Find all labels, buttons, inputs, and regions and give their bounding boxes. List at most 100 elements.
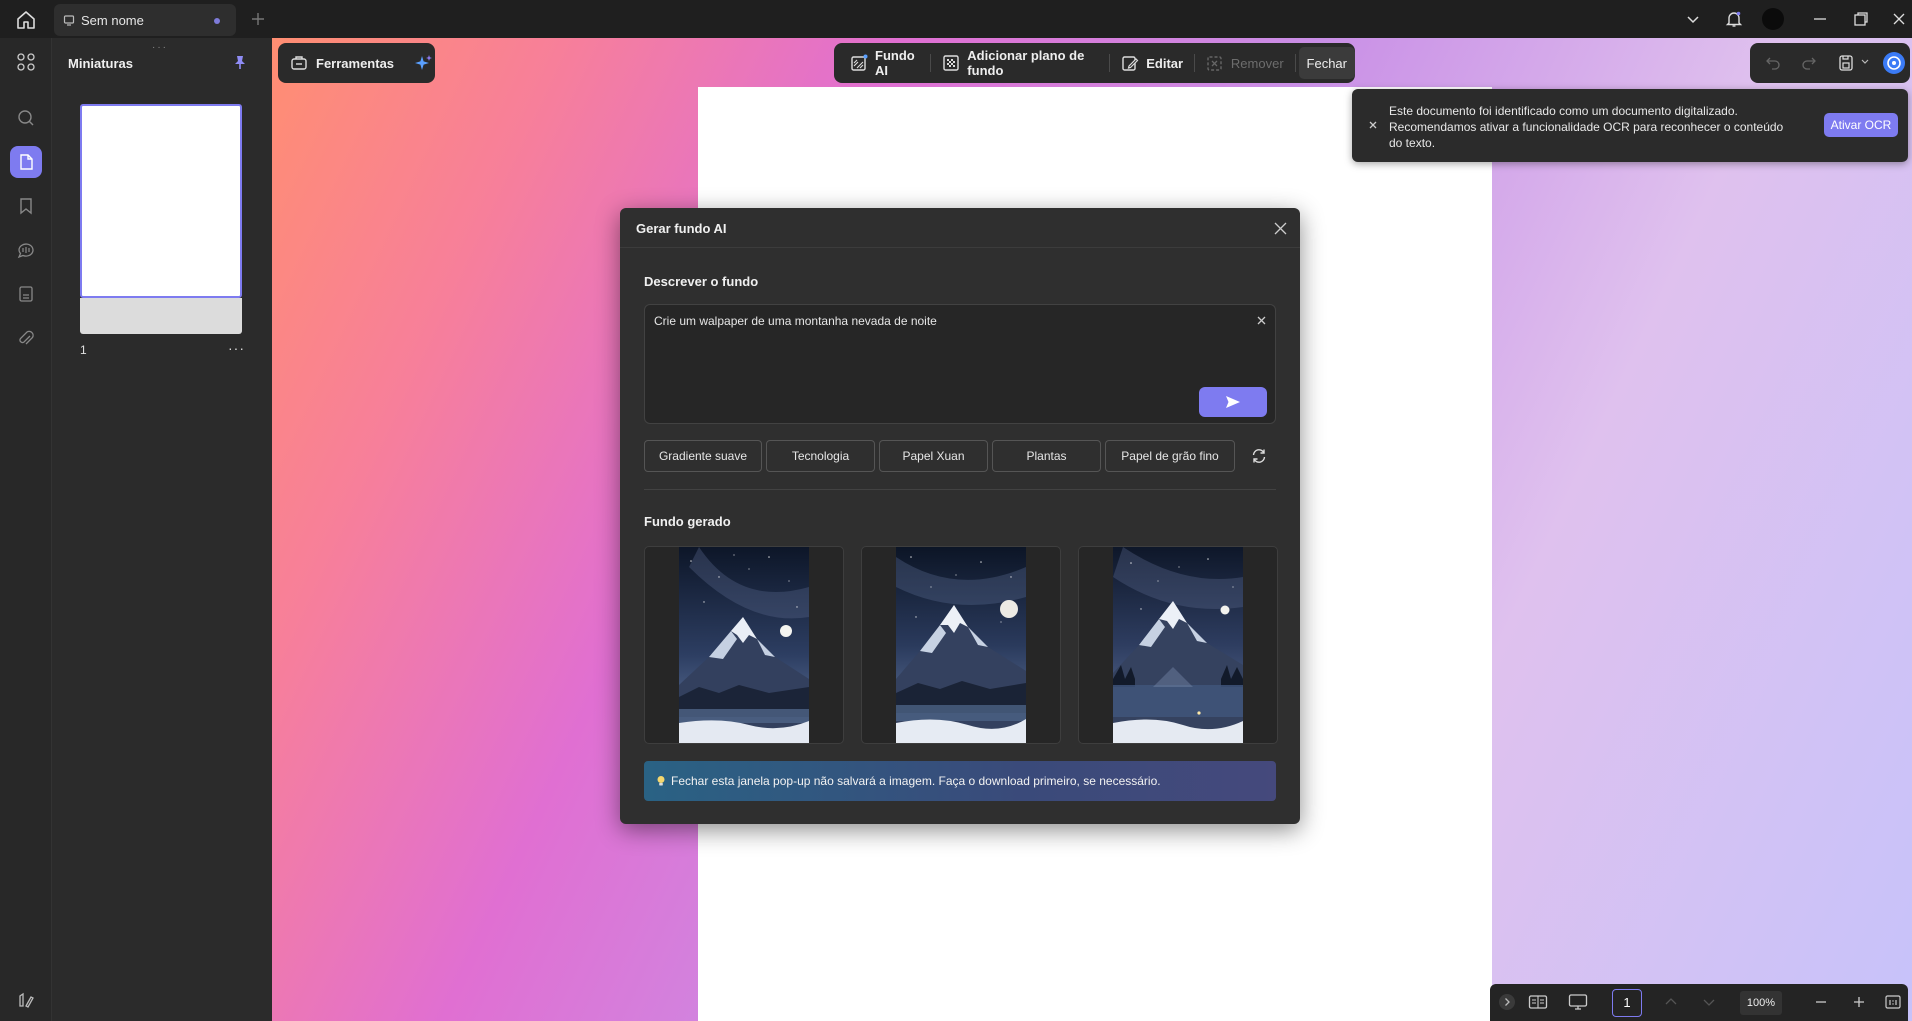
lightbulb-icon xyxy=(656,775,666,787)
divider xyxy=(644,489,1276,490)
redo-icon[interactable] xyxy=(1800,54,1818,72)
restore-icon[interactable] xyxy=(1851,9,1871,29)
toolbar-separator xyxy=(1294,54,1296,72)
activate-ocr-button[interactable]: Ativar OCR xyxy=(1824,113,1898,137)
document-tab-icon xyxy=(63,14,75,26)
panel-grip[interactable]: ··· xyxy=(152,42,168,53)
close-icon[interactable] xyxy=(1274,222,1287,235)
toolbox-icon xyxy=(290,54,308,72)
comments-icon[interactable] xyxy=(10,234,42,266)
pin-icon[interactable] xyxy=(232,54,248,70)
close-background-toolbar-button[interactable]: Fechar xyxy=(1298,47,1355,79)
background-pattern-icon xyxy=(942,54,960,72)
snowy-mountain-image xyxy=(896,547,1026,743)
snowy-mountain-image xyxy=(1113,547,1243,743)
attachment-icon[interactable] xyxy=(10,322,42,354)
chip-soft-gradient[interactable]: Gradiente suave xyxy=(644,440,762,472)
undo-redo-toolbar xyxy=(1750,43,1910,83)
remove-label: Remover xyxy=(1230,55,1284,71)
tab-title: Sem nome xyxy=(81,12,144,28)
generate-ai-background-dialog: Gerar fundo AI Descrever o fundo Crie um… xyxy=(620,208,1300,824)
close-icon[interactable] xyxy=(1368,120,1378,130)
left-rail xyxy=(0,38,52,1021)
tip-banner: Fechar esta janela pop-up não salvará a … xyxy=(644,761,1276,801)
zoom-level[interactable]: 100% xyxy=(1740,991,1782,1015)
thumbnails-panel: ··· Miniaturas 1 ··· xyxy=(52,38,272,1021)
generated-image-2[interactable] xyxy=(861,546,1061,744)
form-fields-icon[interactable] xyxy=(10,278,42,310)
describe-label: Descrever o fundo xyxy=(644,274,759,289)
dialog-title: Gerar fundo AI xyxy=(636,221,727,236)
dialog-header: Gerar fundo AI xyxy=(620,208,1300,248)
bottom-status-bar: 1 100% xyxy=(1490,984,1908,1021)
add-background-label: Adicionar plano de fundo xyxy=(967,48,1085,78)
ai-sparkle-icon[interactable] xyxy=(414,53,434,73)
refresh-icon[interactable] xyxy=(1250,447,1268,465)
ai-assistant-icon[interactable] xyxy=(1882,51,1906,75)
bookmark-icon[interactable] xyxy=(10,190,42,222)
panel-settings-icon[interactable] xyxy=(10,984,42,1016)
reading-mode-icon[interactable] xyxy=(1528,993,1548,1011)
panel-title: Miniaturas xyxy=(68,56,134,71)
style-chips: Gradiente suave Tecnologia Papel Xuan Pl… xyxy=(644,440,1235,472)
search-icon[interactable] xyxy=(10,102,42,134)
remove-background-icon xyxy=(1206,54,1224,72)
save-icon[interactable] xyxy=(1837,54,1855,72)
collapse-chevron-icon[interactable] xyxy=(1498,993,1516,1011)
save-options-chevron-icon[interactable] xyxy=(1860,57,1870,67)
tools-button[interactable]: Ferramentas xyxy=(316,56,394,71)
minimize-icon[interactable] xyxy=(1810,9,1830,29)
generated-image-1[interactable] xyxy=(644,546,844,744)
presentation-icon[interactable] xyxy=(1568,993,1588,1011)
page-thumbnail-footer xyxy=(80,298,242,334)
generated-label: Fundo gerado xyxy=(644,514,731,529)
background-toolbar: Fundo AI Adicionar plano de fundo Editar… xyxy=(834,43,1355,83)
notification-bell-icon[interactable] xyxy=(1724,9,1744,29)
snowy-mountain-image xyxy=(679,547,809,743)
zoom-in-icon[interactable] xyxy=(1850,993,1868,1011)
send-icon xyxy=(1225,395,1241,409)
prompt-input[interactable]: Crie um walpaper de uma montanha nevada … xyxy=(644,304,1276,424)
edit-button[interactable]: Editar xyxy=(1113,47,1191,79)
next-page-icon[interactable] xyxy=(1700,993,1718,1011)
chip-plants[interactable]: Plantas xyxy=(992,440,1101,472)
avatar[interactable] xyxy=(1762,8,1784,30)
send-button[interactable] xyxy=(1199,387,1267,417)
close-window-icon[interactable] xyxy=(1889,9,1909,29)
chip-fine-grain-paper[interactable]: Papel de grão fino xyxy=(1105,440,1235,472)
new-tab-plus-icon[interactable] xyxy=(248,9,268,29)
generated-image-3[interactable] xyxy=(1078,546,1278,744)
apps-grid-icon[interactable] xyxy=(10,46,42,78)
chevron-down-icon[interactable] xyxy=(1683,9,1703,29)
ocr-message: Este documento foi identificado como um … xyxy=(1389,104,1784,150)
unsaved-dot xyxy=(214,18,220,24)
title-bar: Sem nome xyxy=(0,0,1912,38)
ai-background-label: Fundo AI xyxy=(875,48,915,78)
thumbnail-more-button[interactable]: ··· xyxy=(228,340,245,356)
thumbnails-page-icon[interactable] xyxy=(10,146,42,178)
toolbar-separator xyxy=(1109,54,1111,72)
edit-label: Editar xyxy=(1146,55,1184,71)
previous-page-icon[interactable] xyxy=(1662,993,1680,1011)
ai-background-icon xyxy=(850,54,868,72)
edit-pencil-icon xyxy=(1121,54,1139,72)
home-icon[interactable] xyxy=(15,9,37,31)
toolbar-separator xyxy=(930,54,932,72)
toolbar-separator xyxy=(1194,54,1195,72)
tools-toolbar: Ferramentas xyxy=(278,43,435,83)
chip-xuan-paper[interactable]: Papel Xuan xyxy=(879,440,988,472)
ai-background-button[interactable]: Fundo AI xyxy=(842,47,927,79)
actual-size-icon[interactable] xyxy=(1884,993,1902,1011)
page-thumbnail[interactable] xyxy=(80,104,242,298)
thumbnail-page-number: 1 xyxy=(80,343,87,357)
page-number-input[interactable]: 1 xyxy=(1612,989,1642,1017)
zoom-out-icon[interactable] xyxy=(1812,993,1830,1011)
add-background-button[interactable]: Adicionar plano de fundo xyxy=(934,47,1106,79)
clear-icon[interactable] xyxy=(1257,316,1266,325)
remove-button[interactable]: Remover xyxy=(1198,47,1292,79)
tip-text: Fechar esta janela pop-up não salvará a … xyxy=(671,774,1161,788)
prompt-text[interactable]: Crie um walpaper de uma montanha nevada … xyxy=(654,314,937,328)
document-tab[interactable]: Sem nome xyxy=(54,4,236,36)
chip-technology[interactable]: Tecnologia xyxy=(766,440,875,472)
undo-icon[interactable] xyxy=(1764,54,1782,72)
